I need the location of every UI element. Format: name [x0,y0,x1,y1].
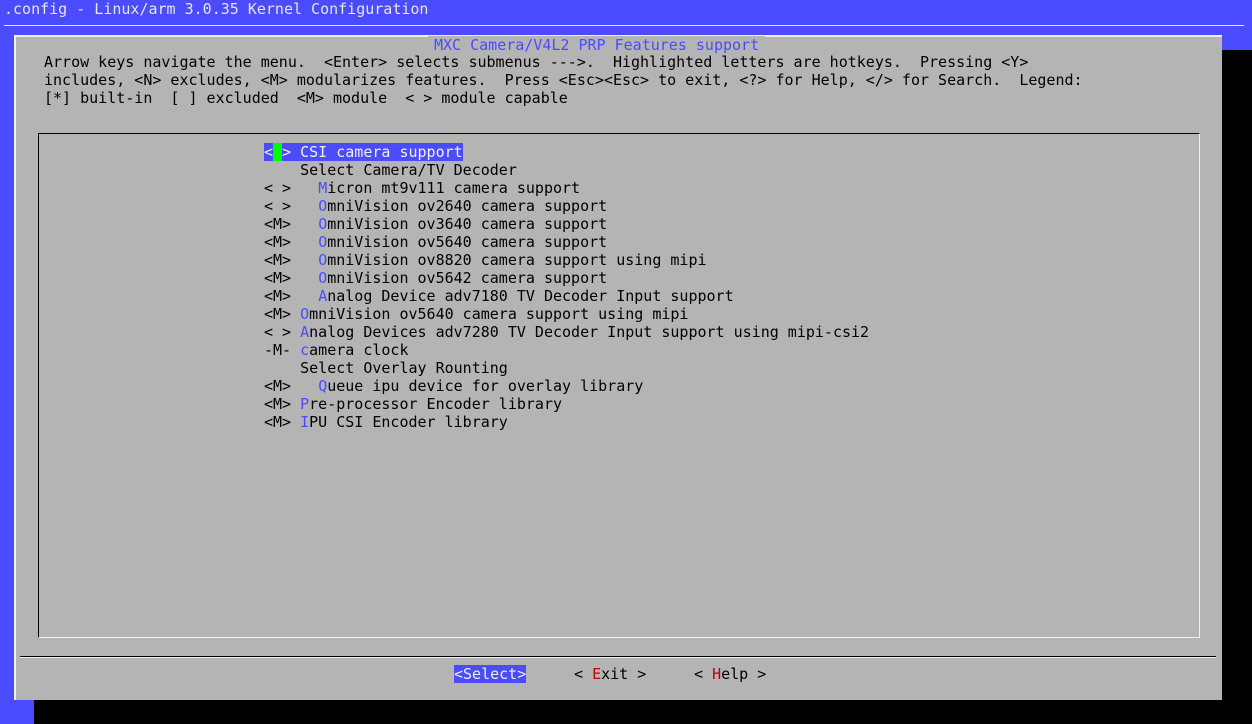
title-divider [4,25,1244,26]
menu-item-label: OmniVision ov5640 camera support [318,233,608,251]
menu-item-label: Analog Devices adv7280 TV Decoder Input … [300,323,870,341]
menu-item-hotkey: O [318,269,328,287]
menu-item[interactable]: <M> Queue ipu device for overlay library [264,377,643,395]
exit-hotkey: E [592,665,602,683]
menu-item[interactable]: <M> OmniVision ov3640 camera support [264,215,607,233]
menu-item-hotkey: O [318,197,328,215]
menu-item-state: -M- [264,341,301,359]
help-text-line-1: Arrow keys navigate the menu. <Enter> se… [44,53,1029,71]
menu-item[interactable]: <M> OmniVision ov8820 camera support usi… [264,251,707,269]
dialog-shadow-bottom [34,700,1252,724]
menu-item[interactable]: Select Camera/TV Decoder [264,161,517,179]
dialog-title: MXC Camera/V4L2 PRP Features support [428,36,766,54]
menu-item-state: <M> [264,251,301,269]
menu-item-label: Select Overlay Rounting [300,359,508,377]
menu-item-state: <M> [264,377,301,395]
menu-item-label: OmniVision ov5640 camera support using m… [300,305,689,323]
menu-item-hotkey: O [318,215,328,233]
menu-item-hotkey: I [300,413,310,431]
menu-item-label: Select Camera/TV Decoder [300,161,517,179]
menu-item-state: <M> [264,395,301,413]
menu-item[interactable]: -M- camera clock [264,341,409,359]
menu-item[interactable]: < > OmniVision ov2640 camera support [264,197,607,215]
menu-item[interactable]: <M> IPU CSI Encoder library [264,413,508,431]
menu-item-state: < > [264,323,301,341]
menu-item-label: Pre-processor Encoder library [300,395,563,413]
window-title: .config - Linux/arm 3.0.35 Kernel Config… [4,0,429,18]
menu-item[interactable]: < > Micron mt9v111 camera support [264,179,580,197]
menu-item-hotkey: O [318,251,328,269]
menu-item[interactable]: <M> Analog Device adv7180 TV Decoder Inp… [264,287,734,305]
menu-item-state: <M> [264,269,301,287]
menu-item-hotkey: O [318,233,328,251]
menu-item-state: <M> [264,413,301,431]
help-text-line-2: includes, <N> excludes, <M> modularizes … [44,71,1083,89]
menu-item-label: OmniVision ov8820 camera support using m… [318,251,707,269]
menu-item-hotkey: A [318,287,328,305]
menu-item-label: OmniVision ov5642 camera support [318,269,608,287]
menu-item-state: < > [264,143,301,161]
menu-item-hotkey: A [300,323,310,341]
menu-item-state: <M> [264,287,301,305]
menu-item-state [264,359,300,377]
menu-item-hotkey: c [300,341,310,359]
menu-item-label: CSI camera support [300,143,463,161]
menu-item-label: camera clock [300,341,409,359]
menu-item[interactable]: <M> OmniVision ov5640 camera support usi… [264,305,688,323]
menu-item-hotkey: Q [318,377,328,395]
menu-item-label: Queue ipu device for overlay library [318,377,644,395]
text-cursor [273,143,283,161]
exit-button[interactable]: < Exit > [574,665,646,683]
menu-item-label: OmniVision ov3640 camera support [318,215,608,233]
menu-item[interactable]: <M> OmniVision ov5642 camera support [264,269,607,287]
menu-item-hotkey: P [300,395,310,413]
menu-item-hotkey: C [300,143,310,161]
menu-item[interactable]: < > CSI camera support [264,143,463,161]
help-button[interactable]: < Help > [694,665,766,683]
menu-item-state: < > [264,197,301,215]
menu-item-label: Micron mt9v111 camera support [318,179,581,197]
menu-item-label: IPU CSI Encoder library [300,413,508,431]
menu-item[interactable]: <M> Pre-processor Encoder library [264,395,562,413]
help-text-line-3: [*] built-in [ ] excluded <M> module < >… [44,89,568,107]
menu-item-state: <M> [264,215,301,233]
menu-item-state [264,161,300,179]
menu-item[interactable]: < > Analog Devices adv7280 TV Decoder In… [264,323,869,341]
menu-item-state: <M> [264,233,301,251]
button-divider-highlight [20,657,1216,658]
menu-item-state: < > [264,179,301,197]
select-button[interactable]: <Select> [454,665,527,683]
menu-item[interactable]: <M> OmniVision ov5640 camera support [264,233,607,251]
menu-item-hotkey: M [318,179,328,197]
menu-item-label: Analog Device adv7180 TV Decoder Input s… [318,287,734,305]
menu-item-hotkey: O [300,305,310,323]
help-hotkey: H [712,665,722,683]
menu-item-label: OmniVision ov2640 camera support [318,197,608,215]
menu-item[interactable]: Select Overlay Rounting [264,359,508,377]
menu-item-state: <M> [264,305,301,323]
dialog-shadow [1222,50,1252,724]
